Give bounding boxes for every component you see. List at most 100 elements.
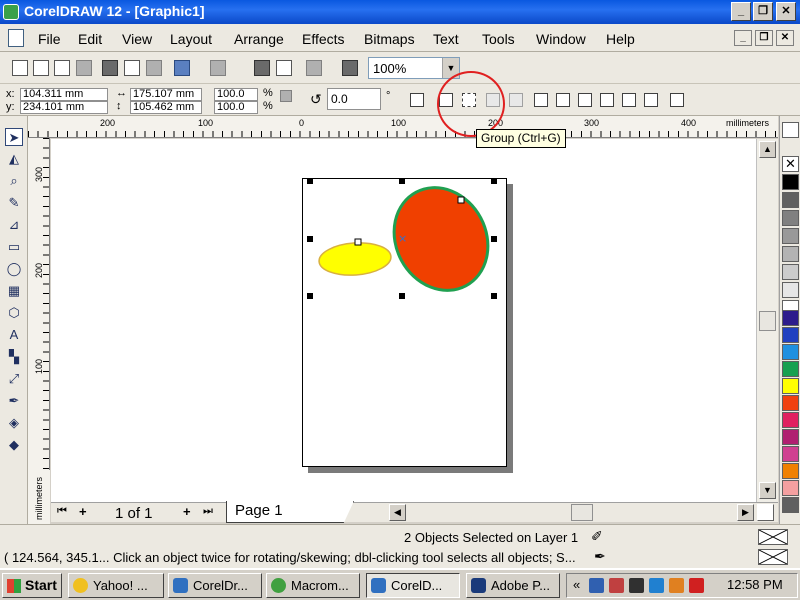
menu-file[interactable]: File <box>38 31 61 47</box>
page-tab[interactable]: Page 1 <box>226 501 354 523</box>
color-swatch[interactable] <box>782 228 799 244</box>
task-coreldraw-1[interactable]: CorelDr... <box>168 573 262 598</box>
palette-scroll-up-icon[interactable] <box>782 122 799 138</box>
front-minus-back-icon[interactable] <box>622 93 636 107</box>
lock-ratio-icon[interactable] <box>280 90 292 102</box>
color-swatch[interactable] <box>782 327 799 343</box>
cut-icon[interactable] <box>102 60 118 76</box>
yellow-ellipse[interactable] <box>318 241 392 278</box>
color-swatch[interactable] <box>782 310 799 326</box>
doc-close-button[interactable]: ✕ <box>776 30 794 46</box>
add-page-after-icon[interactable]: + <box>183 504 191 519</box>
center-marker-icon[interactable]: × <box>398 232 407 245</box>
navigator-button[interactable] <box>757 504 774 521</box>
new-icon[interactable] <box>12 60 28 76</box>
vertical-scroll-thumb[interactable] <box>759 311 776 331</box>
paste-icon[interactable] <box>146 60 162 76</box>
menu-effects[interactable]: Effects <box>302 31 345 47</box>
minimize-button[interactable]: _ <box>731 2 751 21</box>
task-yahoo[interactable]: Yahoo! ... <box>68 573 164 598</box>
menu-edit[interactable]: Edit <box>78 31 102 47</box>
shape-tool-icon[interactable]: ◭ <box>5 150 23 168</box>
outline-indicator-icon[interactable]: ✒ <box>594 548 606 565</box>
freehand-tool-icon[interactable]: ✎ <box>5 194 23 212</box>
selection-handle[interactable] <box>307 236 313 242</box>
color-swatch[interactable] <box>782 480 799 496</box>
restore-button[interactable]: ❐ <box>753 2 773 21</box>
security-icon[interactable] <box>609 578 624 593</box>
pick-tool-icon[interactable]: ➤ <box>5 128 23 146</box>
width-field[interactable]: 175.107 mm <box>130 88 202 101</box>
rectangle-tool-icon[interactable]: ▭ <box>5 238 23 256</box>
mirror-icon[interactable] <box>410 93 424 107</box>
start-button[interactable]: Start <box>2 573 62 598</box>
scale-y-field[interactable]: 100.0 <box>214 101 258 114</box>
selection-handle[interactable] <box>307 293 313 299</box>
x-position-field[interactable]: 104.311 mm <box>20 88 108 101</box>
scroll-right-button[interactable]: ▶ <box>737 504 754 521</box>
task-macromedia[interactable]: Macrom... <box>266 573 360 598</box>
color-swatch[interactable] <box>782 463 799 479</box>
menu-tools[interactable]: Tools <box>482 31 515 47</box>
vertical-scrollbar[interactable]: ▲ ▼ <box>756 139 778 502</box>
color-swatch[interactable] <box>782 378 799 394</box>
color-swatch[interactable] <box>782 192 799 208</box>
rotation-angle-field[interactable]: 0.0 <box>327 88 381 110</box>
drawing-page[interactable]: × <box>302 178 507 467</box>
print-icon[interactable] <box>76 60 92 76</box>
traffic-light-icon[interactable] <box>629 578 644 593</box>
menu-arrange[interactable]: Arrange <box>234 31 284 47</box>
add-page-before-icon[interactable]: + <box>79 504 87 519</box>
task-adobe-photoshop[interactable]: Adobe P... <box>466 573 560 598</box>
color-swatch[interactable] <box>782 174 799 190</box>
selection-handle[interactable] <box>491 293 497 299</box>
menu-text[interactable]: Text <box>433 31 459 47</box>
outline-swatch-indicator[interactable] <box>758 549 788 565</box>
zoom-tool-icon[interactable]: ⌕ <box>5 172 23 190</box>
interactive-blend-tool-icon[interactable]: ▚ <box>5 348 23 366</box>
color-swatch[interactable] <box>782 361 799 377</box>
fill-indicator-icon[interactable]: ✐ <box>591 528 603 545</box>
ungroup-all-icon[interactable] <box>509 93 523 107</box>
menu-bitmaps[interactable]: Bitmaps <box>364 31 415 47</box>
import-icon[interactable] <box>254 60 270 76</box>
basic-shapes-tool-icon[interactable]: ⬡ <box>5 304 23 322</box>
polygon-tool-icon[interactable]: ▦ <box>5 282 23 300</box>
color-swatch[interactable] <box>782 344 799 360</box>
back-minus-front-icon[interactable] <box>644 93 658 107</box>
color-swatch[interactable] <box>782 282 799 298</box>
create-boundary-icon[interactable] <box>670 93 684 107</box>
y-position-field[interactable]: 234.101 mm <box>20 101 108 114</box>
antivirus-icon[interactable] <box>669 578 684 593</box>
trim-icon[interactable] <box>556 93 570 107</box>
shield-icon[interactable] <box>649 578 664 593</box>
height-field[interactable]: 105.462 mm <box>130 101 202 114</box>
red-ellipse[interactable] <box>376 179 505 307</box>
node-handle[interactable] <box>354 238 362 246</box>
open-icon[interactable] <box>33 60 49 76</box>
first-page-icon[interactable]: ⏮ <box>57 505 67 518</box>
menu-window[interactable]: Window <box>536 31 586 47</box>
menu-view[interactable]: View <box>122 31 152 47</box>
interactive-fill-tool-icon[interactable]: ◆ <box>5 436 23 454</box>
tray-expand-button[interactable]: « <box>573 577 580 592</box>
color-swatch[interactable] <box>782 246 799 262</box>
no-fill-swatch[interactable]: ✕ <box>782 156 799 172</box>
undo-icon[interactable] <box>174 60 190 76</box>
ellipse-tool-icon[interactable]: ◯ <box>5 260 23 278</box>
ati-icon[interactable] <box>689 578 704 593</box>
smart-fill-tool-icon[interactable]: ⊿ <box>5 216 23 234</box>
selection-handle[interactable] <box>491 178 497 184</box>
export-icon[interactable] <box>276 60 292 76</box>
fill-tool-icon[interactable]: ◈ <box>5 414 23 432</box>
color-swatch[interactable] <box>782 446 799 462</box>
doc-restore-button[interactable]: ❐ <box>755 30 773 46</box>
scroll-down-button[interactable]: ▼ <box>759 482 776 499</box>
application-launcher-icon[interactable] <box>306 60 322 76</box>
intersect-icon[interactable] <box>578 93 592 107</box>
text-tool-icon[interactable]: A <box>5 326 23 344</box>
save-icon[interactable] <box>54 60 70 76</box>
drawing-canvas[interactable]: × <box>51 139 756 502</box>
redo-icon[interactable] <box>210 60 226 76</box>
color-swatch[interactable] <box>782 412 799 428</box>
